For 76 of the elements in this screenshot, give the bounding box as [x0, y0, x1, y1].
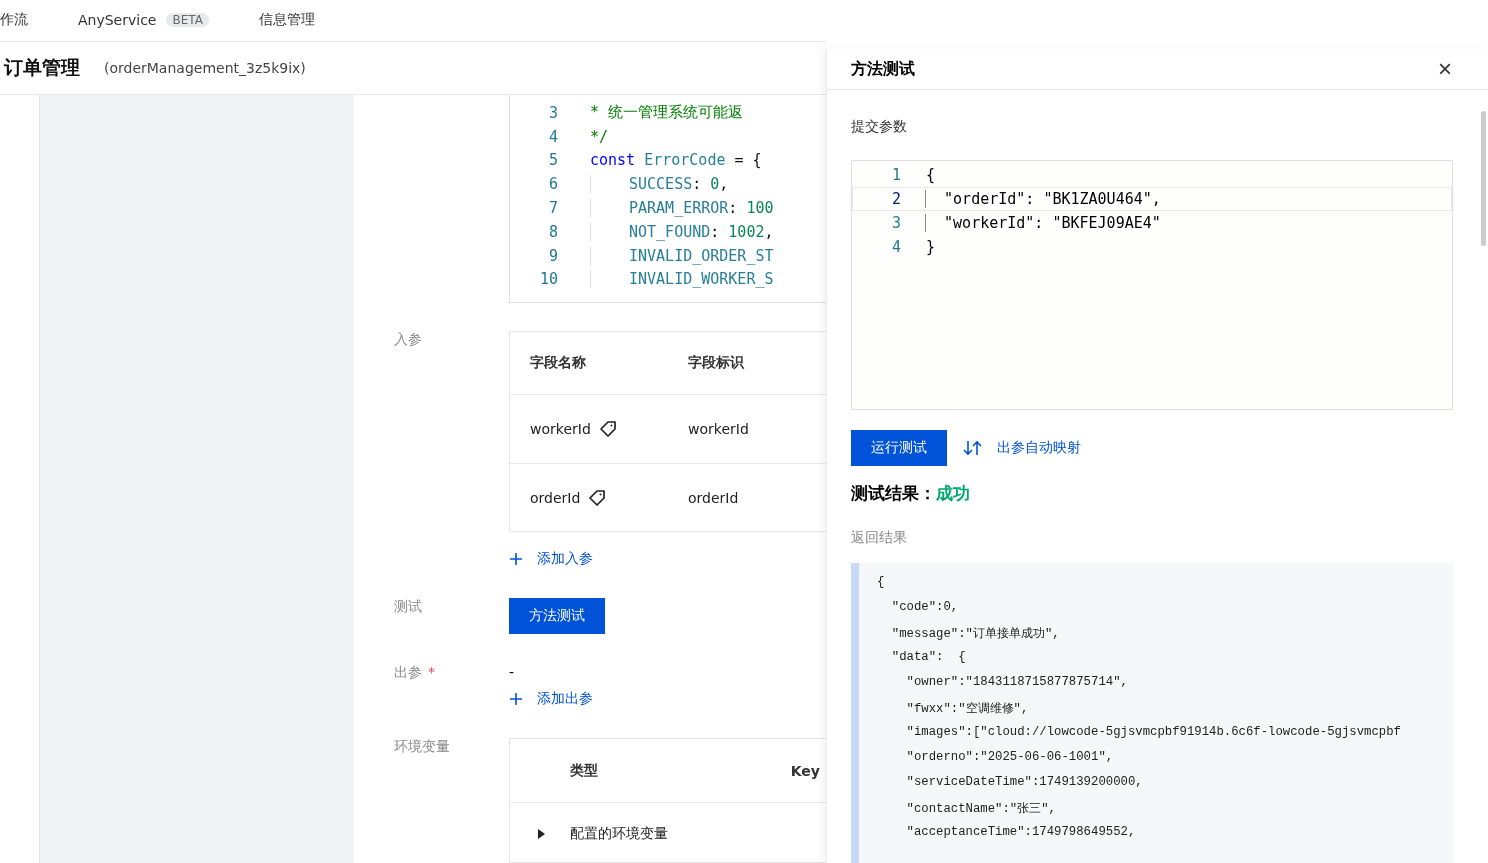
nav-tab[interactable]: 作流: [0, 11, 28, 30]
line-number: 4: [547, 127, 558, 146]
column-header: 类型: [569, 761, 599, 780]
field-label: 入参: [393, 331, 423, 349]
nav-tab[interactable]: 信息管理: [258, 11, 315, 30]
line-number: 6: [547, 175, 558, 194]
nav-tab[interactable]: AnyService BETA: [78, 12, 209, 29]
result-label: 测试结果：: [851, 482, 936, 505]
swap-icon: [963, 439, 983, 457]
column-header: Key: [789, 762, 820, 779]
result-line: ″acceptanceTime″:1749798649552,: [905, 825, 1137, 841]
plus-icon: [509, 692, 523, 706]
code-line: NOT_FOUND: 1002,: [590, 222, 774, 241]
caret-right-icon[interactable]: [536, 829, 546, 839]
field-label: 环境变量: [393, 738, 451, 756]
code-line: INVALID_ORDER_ST: [590, 246, 774, 265]
line-number: 9: [547, 246, 558, 265]
code-line: "workerId": "BKFEJ09AE4": [925, 214, 1161, 232]
code-line: PARAM_ERROR: 100: [590, 199, 774, 218]
code-editor[interactable]: 3 * 统一管理系统可能返 4 */ 5 const ErrorCode = { 6 SUCCESS: 0, 7 PARAM_ERROR: 100 8 NOT_FOUND: 1002, 9 INVALID_ORDER_ST 10 INVALID_WORKER_S: [509, 95, 826, 303]
code-line: const ErrorCode = {: [590, 151, 762, 170]
code-line: {: [925, 166, 936, 184]
code-line: }: [925, 238, 936, 256]
table-cell-text: workerId: [687, 421, 749, 437]
result-line: ″images″:[″cloud://lowcode-5gjsvmcpbf91914b.6c6f-lowcode-5gjsvmcpbf: [905, 725, 1402, 741]
scrollbar[interactable]: [1481, 111, 1486, 246]
line-number: 1: [890, 166, 901, 184]
line-number: 7: [547, 199, 558, 218]
code-line: * 统一管理系统可能返: [590, 103, 744, 123]
result-line: ″contactName″:″张三″,: [905, 801, 1057, 818]
section-label: 提交参数: [851, 118, 907, 134]
line-number: 3: [547, 103, 558, 122]
field-label: 出参: [394, 664, 422, 680]
section-label: 返回结果: [851, 529, 907, 545]
column-header: 字段名称: [529, 354, 587, 372]
page-identifier: (orderManagement_3z5k9ix): [104, 59, 306, 76]
method-test-button[interactable]: 方法测试: [509, 598, 605, 634]
run-test-button[interactable]: 运行测试: [851, 430, 947, 466]
code-line: "orderId": "BK1ZA0U464",: [925, 190, 1161, 208]
result-line: ″orderno″:″2025-06-06-1001″,: [905, 750, 1115, 766]
result-line: ″fwxx″:″空调维修″,: [905, 701, 1030, 718]
line-number: 5: [547, 151, 558, 170]
table-cell-text: 配置的环境变量: [569, 825, 668, 843]
line-number: 4: [890, 238, 901, 256]
result-line: ″message″:″订单接单成功″,: [890, 626, 1061, 643]
code-line: SUCCESS: 0,: [590, 175, 729, 194]
result-line: ″code″:0,: [890, 600, 960, 616]
beta-badge: BETA: [166, 13, 209, 28]
tag-icon: [598, 420, 617, 438]
line-number: 2: [890, 190, 901, 208]
table-cell: workerId: [530, 421, 591, 437]
add-output-link[interactable]: 添加出参: [509, 690, 593, 708]
close-button[interactable]: ×: [1438, 57, 1452, 81]
code-line: INVALID_WORKER_S: [590, 270, 774, 289]
add-input-link[interactable]: 添加入参: [509, 550, 593, 568]
json-editor[interactable]: 1 { 2 "orderId": "BK1ZA0U464", 3 "workerId": "BKFEJ09AE4" 4 }: [851, 160, 1453, 410]
tag-icon: [588, 488, 607, 507]
page-title: 订单管理: [4, 54, 80, 80]
table-cell: orderId: [530, 489, 581, 506]
result-line: ″data″: {: [890, 650, 967, 666]
output-value: -: [509, 664, 515, 682]
result-line: {: [877, 575, 886, 591]
result-status: 成功: [936, 482, 970, 505]
line-number: 8: [547, 222, 558, 241]
table-cell-text: orderId: [687, 489, 739, 506]
line-number: 10: [538, 270, 558, 289]
auto-map-link[interactable]: 出参自动映射: [963, 439, 1081, 457]
field-label: 测试: [393, 598, 423, 616]
required-mark: *: [428, 664, 435, 680]
drawer-title: 方法测试: [851, 58, 915, 80]
result-line: ″serviceDateTime″:1749139200000,: [905, 775, 1144, 791]
code-line: */: [590, 127, 609, 146]
plus-icon: [509, 552, 523, 566]
result-line: ″owner″:″1843118715877875714″,: [905, 675, 1129, 691]
column-header: 字段标识: [687, 354, 745, 372]
line-number: 3: [890, 214, 901, 232]
